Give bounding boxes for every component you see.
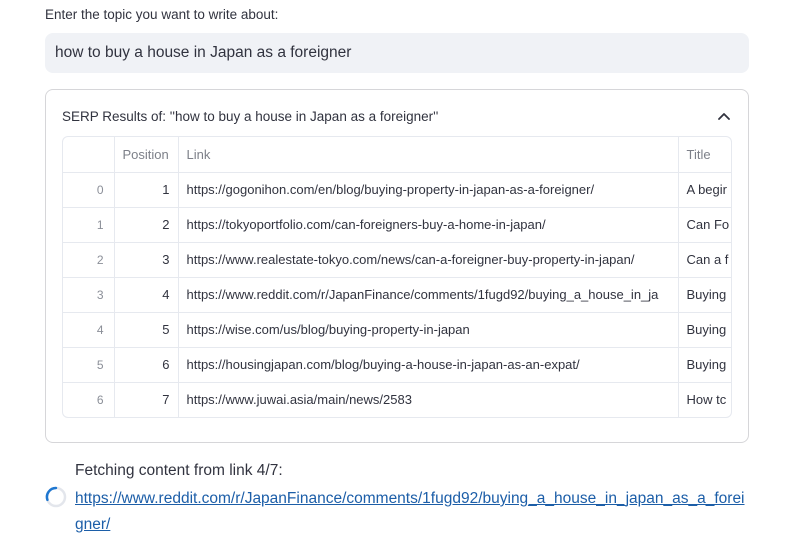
title-cell[interactable]: Buying — [678, 347, 731, 383]
column-header-position[interactable]: Position — [114, 137, 179, 173]
position-cell[interactable]: 2 — [114, 207, 179, 243]
title-cell[interactable]: How tc — [678, 382, 731, 417]
row-index: 3 — [63, 277, 115, 313]
table-row: 5 6 https://housingjapan.com/blog/buying… — [63, 347, 731, 383]
row-index: 5 — [63, 347, 115, 383]
chevron-up-icon[interactable] — [716, 108, 732, 124]
column-header-index[interactable] — [63, 137, 115, 173]
link-cell[interactable]: https://www.juwai.asia/main/news/2583 — [178, 382, 679, 417]
position-cell[interactable]: 5 — [114, 312, 179, 348]
table-row: 4 5 https://wise.com/us/blog/buying-prop… — [63, 312, 731, 348]
position-cell[interactable]: 3 — [114, 242, 179, 278]
title-cell[interactable]: Buying — [678, 277, 731, 313]
table-row: 1 2 https://tokyoportfolio.com/can-forei… — [63, 207, 731, 243]
row-index: 6 — [63, 382, 115, 417]
title-cell[interactable]: A begir — [678, 172, 731, 208]
position-cell[interactable]: 1 — [114, 172, 179, 208]
fetch-status-text: Fetching content from link 4/7: — [75, 462, 283, 479]
loading-spinner-icon — [45, 486, 67, 508]
link-cell[interactable]: https://tokyoportfolio.com/can-foreigner… — [178, 207, 679, 243]
title-cell[interactable]: Buying — [678, 312, 731, 348]
link-cell[interactable]: https://gogonihon.com/en/blog/buying-pro… — [178, 172, 679, 208]
serp-results-expander: SERP Results of: ''how to buy a house in… — [45, 89, 749, 443]
row-index: 0 — [63, 172, 115, 208]
position-cell[interactable]: 6 — [114, 347, 179, 383]
app-page: Enter the topic you want to write about:… — [0, 0, 786, 556]
topic-input-value: how to buy a house in Japan as a foreign… — [55, 44, 352, 61]
row-index: 1 — [63, 207, 115, 243]
position-cell[interactable]: 4 — [114, 277, 179, 313]
row-index: 2 — [63, 242, 115, 278]
fetch-status-link[interactable]: https://www.reddit.com/r/JapanFinance/co… — [75, 486, 751, 538]
link-cell[interactable]: https://www.reddit.com/r/JapanFinance/co… — [178, 277, 679, 313]
table-row: 0 1 https://gogonihon.com/en/blog/buying… — [63, 172, 731, 208]
serp-results-table[interactable]: Position Link Title 0 1 https://gogoniho… — [62, 136, 732, 418]
topic-input[interactable]: how to buy a house in Japan as a foreign… — [45, 33, 749, 73]
link-cell[interactable]: https://wise.com/us/blog/buying-property… — [178, 312, 679, 348]
title-cell[interactable]: Can Fo — [678, 207, 731, 243]
column-header-link[interactable]: Link — [178, 137, 679, 173]
position-cell[interactable]: 7 — [114, 382, 179, 417]
topic-input-label: Enter the topic you want to write about: — [45, 7, 279, 22]
table-header-row: Position Link Title — [63, 137, 731, 173]
table-row: 2 3 https://www.realestate-tokyo.com/new… — [63, 242, 731, 278]
link-cell[interactable]: https://housingjapan.com/blog/buying-a-h… — [178, 347, 679, 383]
expander-header[interactable]: SERP Results of: ''how to buy a house in… — [62, 106, 732, 126]
link-cell[interactable]: https://www.realestate-tokyo.com/news/ca… — [178, 242, 679, 278]
table-row: 6 7 https://www.juwai.asia/main/news/258… — [63, 382, 731, 417]
row-index: 4 — [63, 312, 115, 348]
table-row: 3 4 https://www.reddit.com/r/JapanFinanc… — [63, 277, 731, 313]
expander-title: SERP Results of: ''how to buy a house in… — [62, 108, 439, 124]
title-cell[interactable]: Can a f — [678, 242, 731, 278]
column-header-title[interactable]: Title — [678, 137, 731, 173]
